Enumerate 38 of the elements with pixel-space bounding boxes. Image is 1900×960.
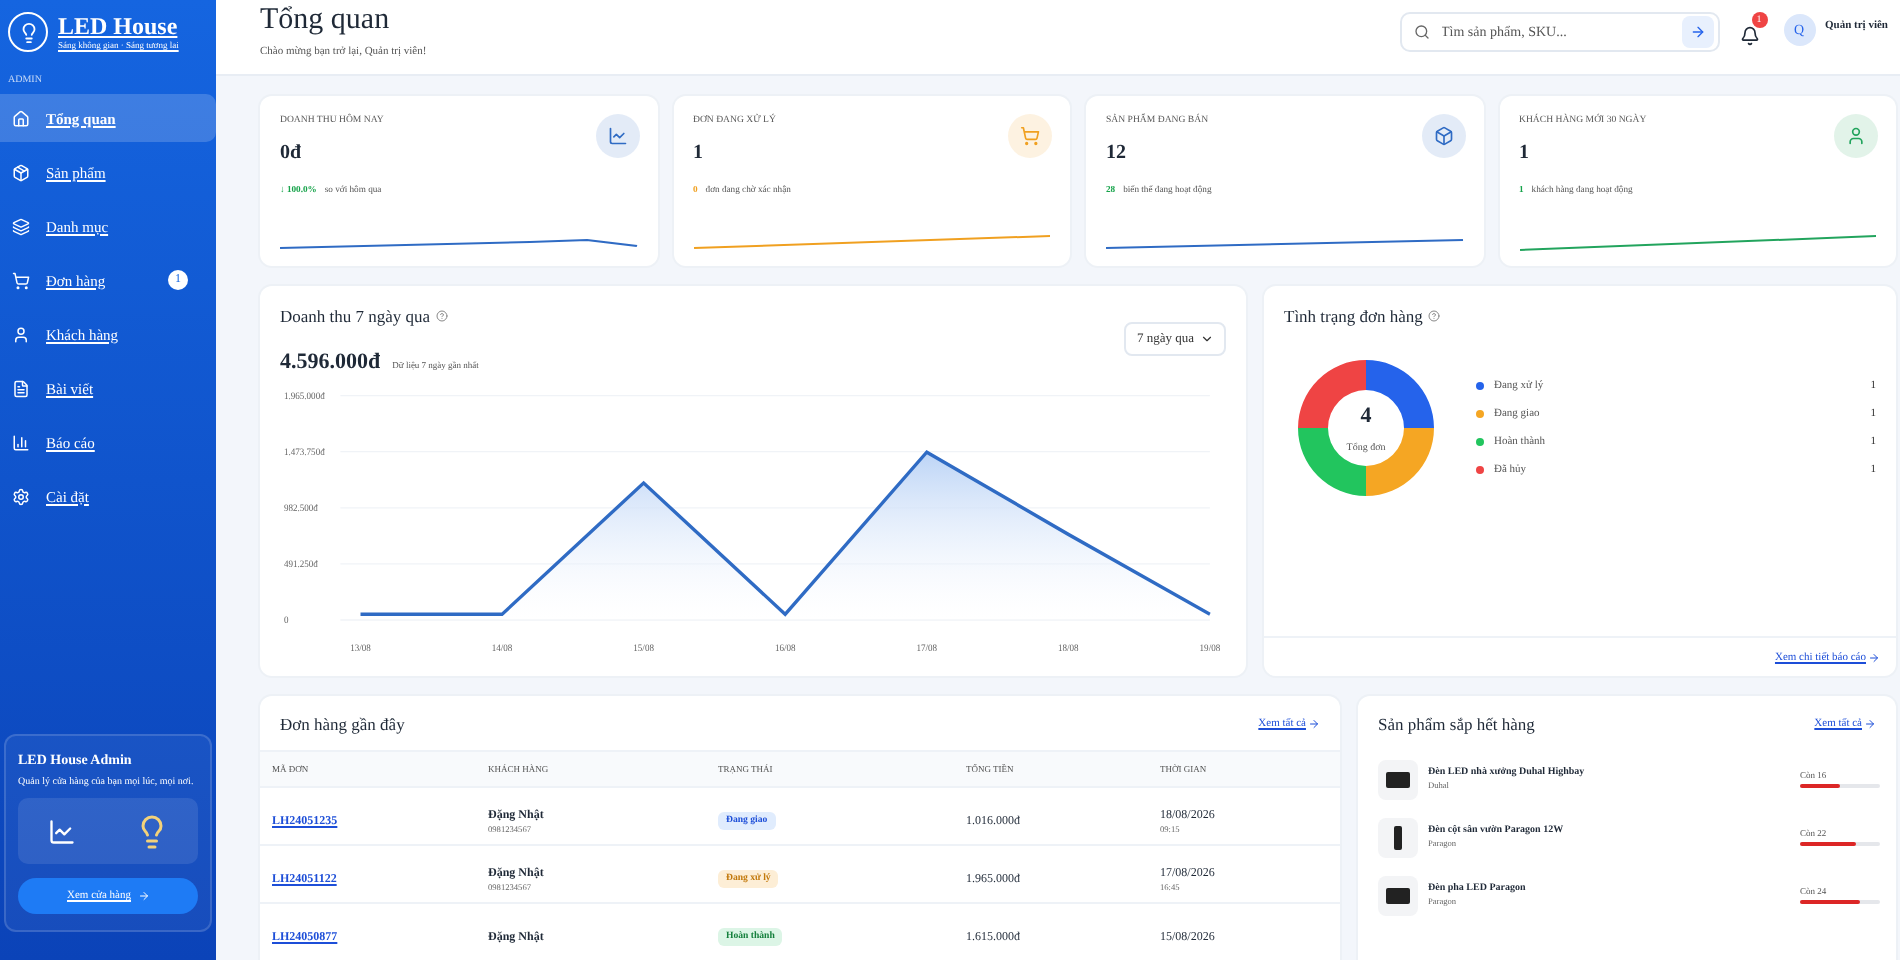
arrow-right-icon <box>1308 717 1320 729</box>
chevron-down-icon <box>1200 332 1214 346</box>
nav-icon <box>12 325 30 343</box>
card-title: Doanh thu 7 ngày qua <box>280 306 431 326</box>
arrow-right-icon <box>137 890 149 902</box>
arrow-right-icon <box>1864 717 1876 729</box>
nav-icon <box>12 163 30 181</box>
brand-name[interactable]: LED House <box>58 14 179 40</box>
revenue-total: 4.596.000đ <box>280 350 381 374</box>
nav-icon <box>12 217 30 235</box>
total-orders: 4 <box>1360 403 1372 427</box>
arrow-right-icon <box>1689 24 1706 40</box>
search-icon <box>1413 24 1430 40</box>
nav-icon <box>12 109 30 127</box>
product-thumbnail <box>1378 759 1418 799</box>
donut-segment <box>1366 428 1434 496</box>
donut-segment <box>1298 428 1366 496</box>
stat-value: 12 <box>1106 142 1128 164</box>
line-chart-icon <box>47 817 75 845</box>
nav-icon <box>12 379 30 397</box>
card-title: Tình trạng đơn hàng <box>1284 306 1423 326</box>
page-title: Tổng quan <box>260 4 392 38</box>
card-title: Đơn hàng gần đây <box>280 713 405 733</box>
product-thumbnail <box>1378 817 1418 857</box>
help-icon[interactable] <box>1428 310 1441 322</box>
stat-value: 0đ <box>280 142 304 164</box>
nav-icon <box>12 433 30 451</box>
nav-icon <box>12 487 30 505</box>
arrow-right-icon <box>1868 651 1880 663</box>
help-icon[interactable] <box>436 310 449 322</box>
stat-value: 1 <box>693 142 705 164</box>
nav-icon <box>12 271 30 289</box>
search-submit-button[interactable] <box>1681 16 1714 48</box>
lightbulb-icon <box>8 12 48 52</box>
product-thumbnail <box>1378 875 1418 915</box>
bell-icon[interactable] <box>1739 26 1760 46</box>
stat-value: 1 <box>1519 142 1531 164</box>
card-title: Sản phẩm sắp hết hàng <box>1378 713 1535 733</box>
